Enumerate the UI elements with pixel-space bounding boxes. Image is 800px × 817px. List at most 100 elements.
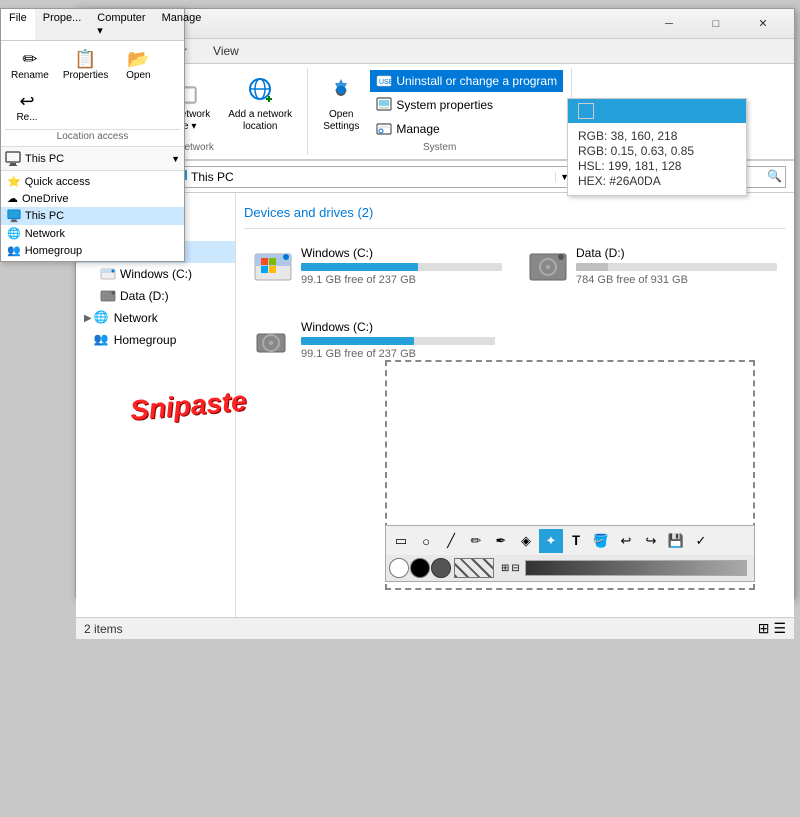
windows-c-info: Windows (C:) 99.1 GB free of 237 GB [301,246,502,286]
drives-grid: Windows (C:) 99.1 GB free of 237 GB [244,237,786,295]
lp-item-onedrive[interactable]: ☁ OneDrive [1,190,184,207]
pc-icon-lp [7,209,21,223]
color-hex-value: HEX: #26A0DA [578,174,661,188]
tool-confirm[interactable]: ✓ [689,529,713,553]
lp-address-bar: This PC ▼ [1,147,184,171]
manage-label: Manage [396,122,439,136]
tool-ellipse[interactable]: ○ [414,529,438,553]
minimize-button[interactable]: ─ [646,9,692,39]
sidebar-item-data-d[interactable]: Data (D:) [76,285,235,307]
data-drive-icon [100,288,116,304]
system-group-items: OpenSettings USB Uninstall or change a p… [316,70,563,140]
color-hsl-row: HSL: 199, 181, 128 [578,159,736,173]
color-rgb1-value: RGB: 38, 160, 218 [578,129,677,143]
tool-save[interactable]: 💾 [664,529,688,553]
color-hsl-value: HSL: 199, 181, 128 [578,159,681,173]
tool-blur[interactable]: ◈ [514,529,538,553]
data-d-drive-icon [528,246,568,286]
add-network-button[interactable]: Add a networklocation [221,70,299,138]
system-right-items: USB Uninstall or change a program System… [370,70,563,140]
data-d-name: Data (D:) [576,246,777,260]
address-path-text[interactable]: This PC [191,170,234,184]
arrow-network: ▶ [84,313,92,324]
lp-path-text: This PC [25,153,171,165]
manage-button[interactable]: Manage [370,118,563,140]
tool-pencil[interactable]: ✏ [464,529,488,553]
color-pattern[interactable] [454,558,494,578]
lp-item-homegroup[interactable]: 👥 Homegroup [1,242,184,259]
tab-view[interactable]: View [200,39,252,63]
uninstall-button[interactable]: USB Uninstall or change a program [370,70,563,92]
close-button[interactable]: ✕ [740,9,786,39]
large-icon-view-button[interactable]: ⊞ [758,620,770,637]
details-view-button[interactable]: ☰ [773,620,786,637]
tool-text[interactable]: 𝐓 [564,529,588,553]
sidebar-item-homegroup[interactable]: ▶ 👥 Homegroup [76,329,235,351]
sidebar-item-network[interactable]: ▶ 🌐 Network [76,307,235,329]
lp-btn-open[interactable]: 📂 Open [116,45,160,85]
left-panel-ribbon: ✏ Rename 📋 Properties 📂 Open ↩ Re... Loc… [1,41,184,147]
windows-c-drive-icon [253,246,293,286]
left-panel: File Prope... Computer ▾ Manage ✏ Rename… [0,8,185,262]
windows-c-name: Windows (C:) [301,246,502,260]
devices-section-header: Devices and drives (2) [244,201,786,229]
system-props-icon [376,97,392,113]
color-swatch [578,103,594,119]
tool-crosshair[interactable]: ✦ [539,529,563,553]
titlebar-buttons: ─ □ ✕ [646,9,786,39]
color-rgb2-row: RGB: 0.15, 0.63, 0.85 [578,144,736,158]
snipaste-drawing-toolbar: ▭ ○ ╱ ✏ ✒ ◈ ✦ 𝐓 🪣 ↩ ↪ 💾 ✓ [385,525,755,557]
rename-label: Rename [11,70,49,81]
drive-item-windows-c[interactable]: Windows (C:) 99.1 GB free of 237 GB [244,237,511,295]
left-panel-tabs: File Prope... Computer ▾ Manage [1,9,184,41]
lp-tab-properties[interactable]: Prope... [35,9,90,40]
properties-icon: 📋 [74,49,96,70]
color-white[interactable] [389,558,409,578]
lp-btn-re[interactable]: ↩ Re... [5,87,49,127]
color-hex-row: HEX: #26A0DA [578,174,736,188]
props-label: Properties [63,70,109,81]
homegroup-icon-sidebar: 👥 [94,332,110,348]
color-rgb2-value: RGB: 0.15, 0.63, 0.85 [578,144,694,158]
network-icon-lp: 🌐 [7,227,21,240]
network-label: Network [114,311,158,325]
tool-line[interactable]: ╱ [439,529,463,553]
system-properties-button[interactable]: System properties [370,94,563,116]
size-slider[interactable] [525,560,747,576]
sidebar-item-windows-c[interactable]: Windows (C:) [76,263,235,285]
cloud-icon: ☁ [7,192,18,205]
statusbar: 2 items ⊞ ☰ [76,617,794,639]
tool-marker[interactable]: ✒ [489,529,513,553]
svg-text:USB: USB [379,79,392,86]
lp-tab-computer[interactable]: Computer ▾ [89,9,153,40]
lp-btn-rename[interactable]: ✏ Rename [5,45,55,85]
tool-undo[interactable]: ↩ [614,529,638,553]
lp-item-thispc[interactable]: This PC [1,207,184,225]
color-tooltip: RGB: 38, 160, 218 RGB: 0.15, 0.63, 0.85 … [567,98,747,196]
star-icon: ⭐ [7,175,21,188]
windows-drive-icon [100,266,116,282]
tool-fill[interactable]: 🪣 [589,529,613,553]
uninstall-icon: USB [376,73,392,89]
maximize-button[interactable]: □ [693,9,739,39]
windows-c-bar [301,263,502,271]
lp-quick-label: Quick access [25,176,90,188]
system-props-label: System properties [396,98,493,112]
drive-item-data-d[interactable]: Data (D:) 784 GB free of 931 GB [519,237,786,295]
add-network-icon [244,75,276,107]
lp-tab-manage[interactable]: Manage [154,9,210,40]
windows-c2-info: Windows (C:) 99.1 GB free of 237 GB [301,320,495,360]
lp-dropdown-arrow[interactable]: ▼ [171,154,180,164]
lp-btn-properties[interactable]: 📋 Properties [57,45,115,85]
tool-redo[interactable]: ↪ [639,529,663,553]
color-dark[interactable] [431,558,451,578]
open-settings-button[interactable]: OpenSettings [316,70,366,138]
color-black[interactable] [410,558,430,578]
data-d-label: Data (D:) [120,289,169,303]
lp-item-network[interactable]: 🌐 Network [1,225,184,242]
lp-tab-file[interactable]: File [1,9,35,40]
pc-icon-small [5,151,21,167]
tool-rect[interactable]: ▭ [389,529,413,553]
lp-item-quick[interactable]: ⭐ Quick access [1,173,184,190]
lp-thispc-label: This PC [25,210,64,222]
